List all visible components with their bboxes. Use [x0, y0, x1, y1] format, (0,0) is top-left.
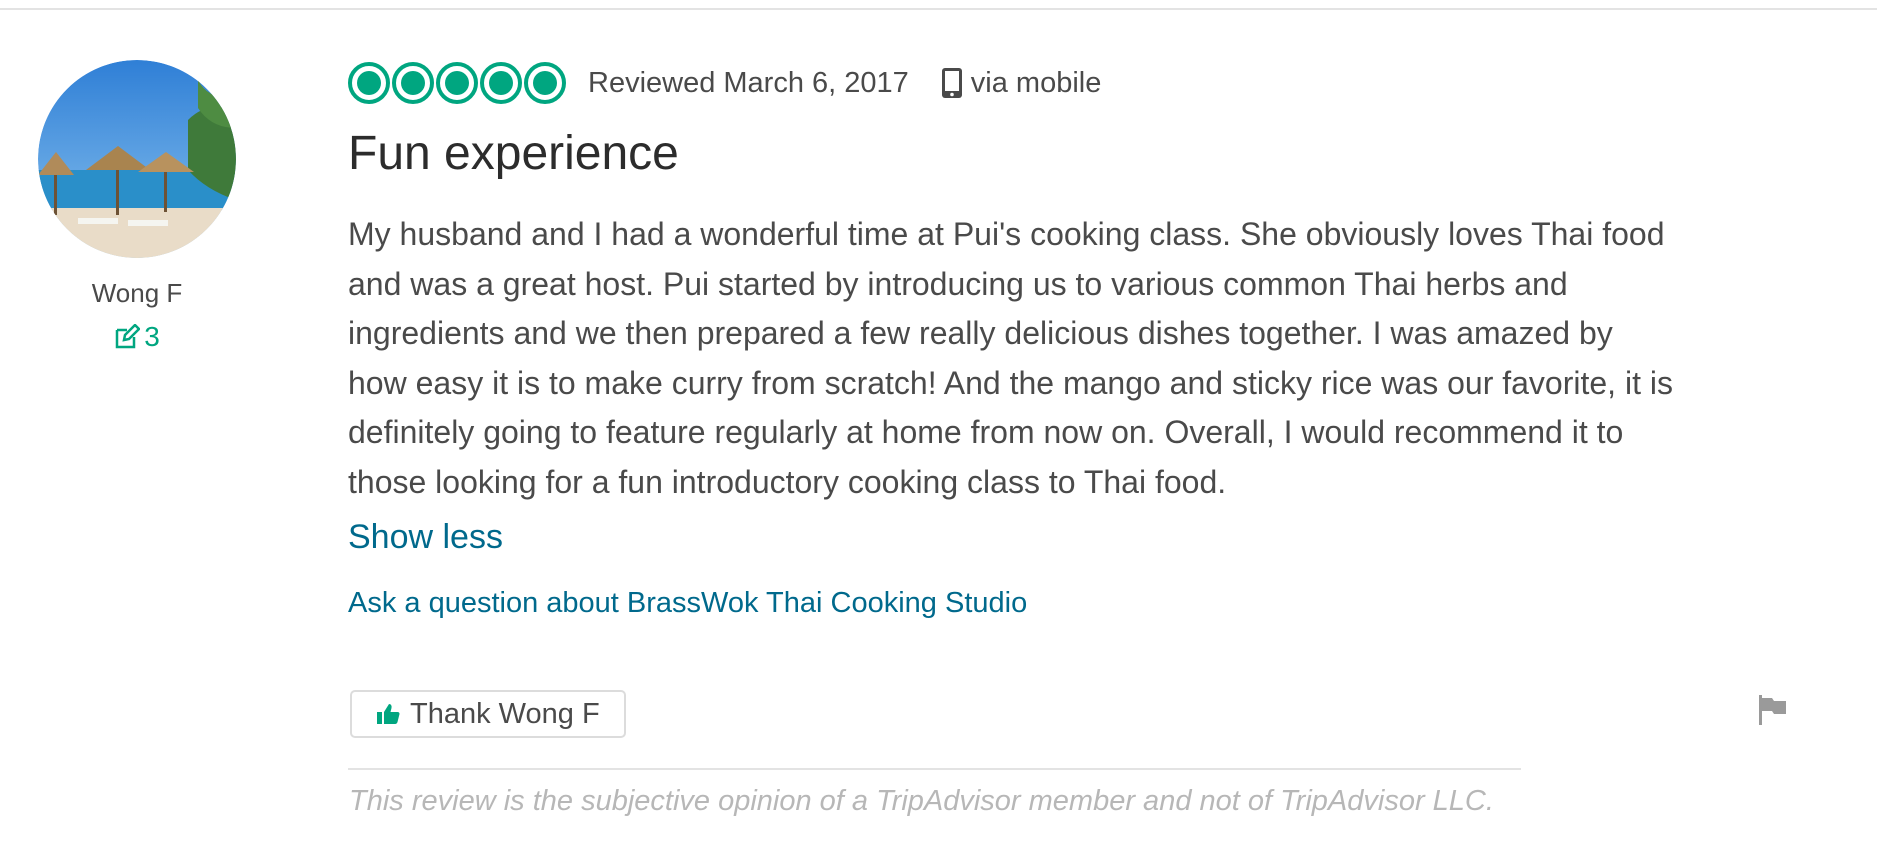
member-name[interactable]: Wong F: [38, 278, 236, 309]
mobile-phone-icon: [941, 68, 962, 98]
member-avatar[interactable]: [38, 60, 236, 258]
show-less-link[interactable]: Show less: [348, 518, 503, 557]
bottom-divider: [348, 768, 1521, 770]
member-info: Wong F 3: [38, 60, 236, 355]
thank-button[interactable]: Thank Wong F: [350, 690, 626, 738]
via-mobile: via mobile: [941, 66, 1102, 100]
review-disclaimer: This review is the subjective opinion of…: [349, 785, 1494, 817]
rating-bubble: [524, 62, 566, 104]
review-meta: Reviewed March 6, 2017 via mobile: [348, 58, 1748, 108]
rating-bubble: [348, 62, 390, 104]
contribution-count: 3: [114, 321, 160, 353]
thumbs-up-icon: [377, 704, 400, 724]
thank-button-label: Thank Wong F: [410, 697, 600, 730]
edit-icon: [115, 324, 141, 349]
flag-icon[interactable]: [1756, 693, 1790, 727]
rating-bubble: [436, 62, 478, 104]
review-body: My husband and I had a wonderful time at…: [348, 216, 1673, 500]
rating-bubble: [480, 62, 522, 104]
review-date: Reviewed March 6, 2017: [588, 66, 909, 99]
ask-question-link[interactable]: Ask a question about BrassWok Thai Cooki…: [348, 587, 1748, 620]
top-divider: [0, 8, 1877, 10]
rating-bubble: [392, 62, 434, 104]
review-content: Reviewed March 6, 2017 via mobile Fun ex…: [348, 58, 1748, 620]
via-mobile-label: via mobile: [970, 66, 1102, 99]
rating-bubbles: [348, 62, 566, 104]
review-title[interactable]: Fun experience: [348, 130, 1748, 178]
contribution-number: 3: [144, 321, 160, 352]
